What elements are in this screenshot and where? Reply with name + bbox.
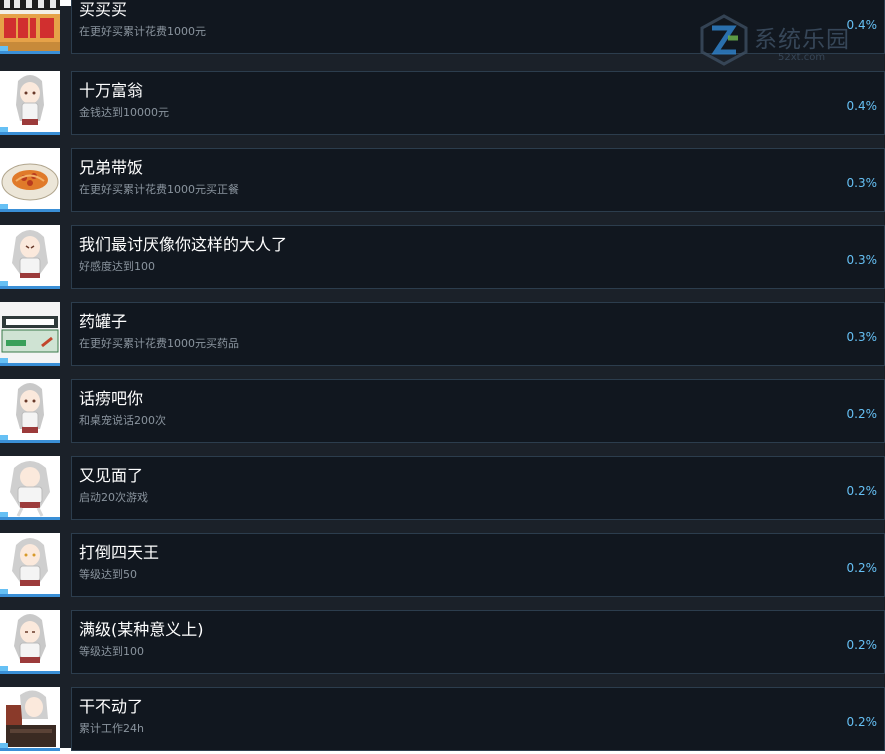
anime-girl-desk-icon	[0, 687, 60, 751]
achievement-description: 等级达到50	[79, 568, 137, 581]
achievement-title: 话痨吧你	[79, 389, 144, 408]
achievement-title: 打倒四天王	[79, 543, 160, 562]
achievement-row[interactable]: 我们最讨厌像你这样的大人了 好感度达到100 0.3%	[0, 225, 885, 292]
achievement-card: 十万富翁 金钱达到10000元 0.4%	[71, 71, 885, 135]
achievement-row[interactable]: 兄弟带饭 在更好买累计花费1000元买正餐 0.3%	[0, 148, 885, 215]
achievement-card: 我们最讨厌像你这样的大人了 好感度达到100 0.3%	[71, 225, 885, 289]
unlock-percent: 0.2%	[846, 638, 878, 652]
achievement-description: 和桌宠说话200次	[79, 414, 166, 427]
achievement-card: 又见面了 启动20次游戏 0.2%	[71, 456, 885, 520]
anime-girl-icon	[0, 456, 60, 520]
achievement-title: 干不动了	[79, 697, 144, 716]
achievement-row[interactable]: 干不动了 累计工作24h 0.2%	[0, 687, 885, 754]
anime-girl-icon	[0, 225, 60, 289]
hexagon-logo-icon	[700, 14, 748, 66]
achievement-row[interactable]: 满级(某种意义上) 等级达到100 0.2%	[0, 610, 885, 677]
achievement-description: 累计工作24h	[79, 722, 144, 735]
pasta-plate-icon	[0, 148, 60, 212]
anime-girl-icon	[0, 610, 60, 674]
achievement-card: 兄弟带饭 在更好买累计花费1000元买正餐 0.3%	[71, 148, 885, 212]
achievement-row[interactable]: 话痨吧你 和桌宠说话200次 0.2%	[0, 379, 885, 446]
unlock-percent: 0.2%	[846, 715, 878, 729]
watermark-url: 52xt.com	[778, 52, 826, 63]
achievement-description: 在更好买累计花费1000元买正餐	[79, 183, 239, 196]
diy-shop-icon	[0, 0, 60, 54]
achievement-card: 话痨吧你 和桌宠说话200次 0.2%	[71, 379, 885, 443]
unlock-percent: 0.2%	[846, 561, 878, 575]
medicine-sign-icon	[0, 302, 60, 366]
achievement-title: 又见面了	[79, 466, 144, 485]
achievement-title: 兄弟带饭	[79, 158, 144, 177]
unlock-percent: 0.3%	[846, 176, 878, 190]
achievement-row[interactable]: 药罐子 在更好买累计花费1000元买药品 0.3%	[0, 302, 885, 369]
unlock-percent: 0.3%	[846, 330, 878, 344]
unlock-percent: 0.2%	[846, 484, 878, 498]
unlock-percent: 0.3%	[846, 253, 878, 267]
achievement-list: 买买买 在更好买累计花费1000元 0.4% 十万富翁 金钱达到10000元 0…	[0, 0, 885, 751]
achievement-title: 药罐子	[79, 312, 128, 331]
achievement-description: 在更好买累计花费1000元买药品	[79, 337, 239, 350]
unlock-percent: 0.2%	[846, 407, 878, 421]
achievement-row[interactable]: 又见面了 启动20次游戏 0.2%	[0, 456, 885, 523]
anime-girl-icon	[0, 71, 60, 135]
achievement-description: 等级达到100	[79, 645, 144, 658]
watermark-name: 系统乐园	[754, 27, 850, 53]
achievement-title: 满级(某种意义上)	[79, 620, 204, 639]
watermark-logo: 系统乐园 52xt.com	[698, 14, 858, 70]
achievement-title: 买买买	[79, 0, 128, 19]
achievement-title: 我们最讨厌像你这样的大人了	[79, 235, 288, 254]
achievement-title: 十万富翁	[79, 81, 144, 100]
achievement-card: 药罐子 在更好买累计花费1000元买药品 0.3%	[71, 302, 885, 366]
achievement-row[interactable]: 十万富翁 金钱达到10000元 0.4%	[0, 71, 885, 138]
achievement-description: 启动20次游戏	[79, 491, 148, 504]
achievement-row[interactable]: 打倒四天王 等级达到50 0.2%	[0, 533, 885, 600]
achievement-card: 打倒四天王 等级达到50 0.2%	[71, 533, 885, 597]
anime-girl-icon	[0, 379, 60, 443]
achievement-description: 在更好买累计花费1000元	[79, 25, 206, 38]
achievement-card: 满级(某种意义上) 等级达到100 0.2%	[71, 610, 885, 674]
achievement-card: 干不动了 累计工作24h 0.2%	[71, 687, 885, 751]
achievement-description: 好感度达到100	[79, 260, 155, 273]
achievement-description: 金钱达到10000元	[79, 106, 169, 119]
unlock-percent: 0.4%	[846, 99, 878, 113]
anime-girl-icon	[0, 533, 60, 597]
